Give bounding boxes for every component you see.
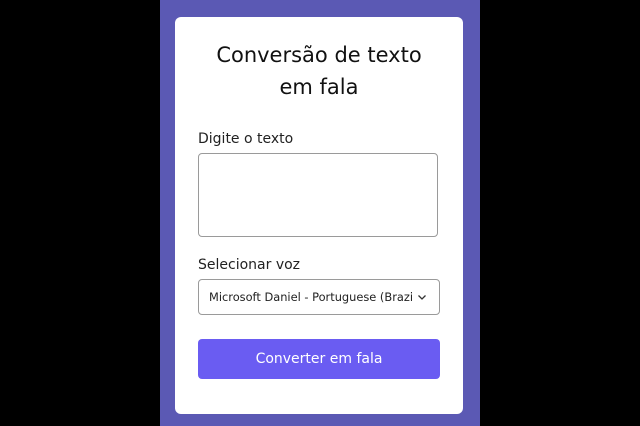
voice-select[interactable]: Microsoft Daniel - Portuguese (Brazil) (	[198, 279, 440, 315]
text-input[interactable]	[198, 153, 438, 237]
convert-to-speech-button[interactable]: Converter em fala	[198, 339, 440, 379]
voice-select-label: Selecionar voz	[198, 257, 301, 273]
page-title: Conversão de texto em fala	[175, 39, 463, 103]
app-background: Conversão de texto em fala Digite o text…	[160, 0, 480, 426]
tts-card: Conversão de texto em fala Digite o text…	[175, 17, 463, 414]
chevron-down-icon	[418, 295, 426, 300]
title-line-2: em fala	[279, 75, 359, 99]
voice-select-value: Microsoft Daniel - Portuguese (Brazil) (	[209, 290, 413, 304]
title-line-1: Conversão de texto	[216, 43, 422, 67]
text-input-label: Digite o texto	[198, 131, 294, 147]
